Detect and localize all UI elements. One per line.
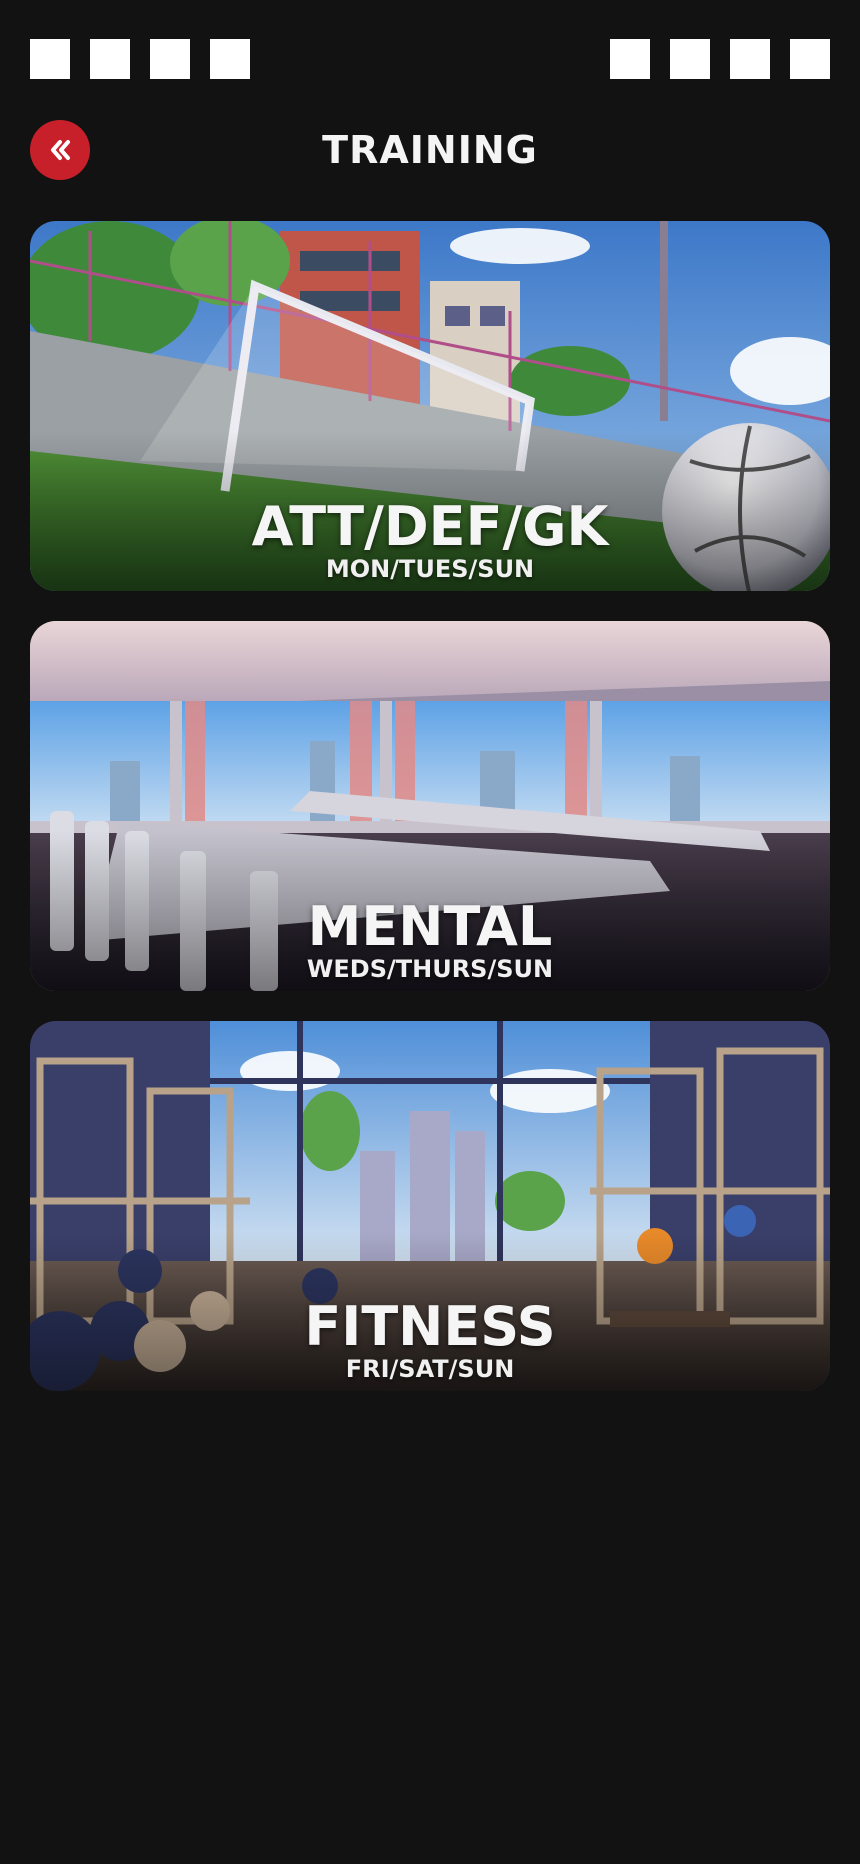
status-icons-left	[30, 39, 250, 79]
status-icon	[610, 39, 650, 79]
card-schedule: WEDS/THURS/SUN	[306, 955, 554, 983]
card-text: FITNESS FRI/SAT/SUN	[30, 1295, 830, 1384]
status-icons-right	[610, 39, 830, 79]
card-title: ATT/DEF/GK	[251, 495, 609, 558]
training-card-fitness[interactable]: FITNESS FRI/SAT/SUN	[30, 1021, 830, 1391]
card-schedule: MON/TUES/SUN	[325, 555, 535, 583]
page-title: TRAINING	[322, 128, 538, 172]
training-card-mental[interactable]: MENTAL WEDS/THURS/SUN	[30, 621, 830, 991]
card-text: ATT/DEF/GK MON/TUES/SUN	[30, 495, 830, 584]
status-icon	[790, 39, 830, 79]
status-icon	[150, 39, 190, 79]
status-icon	[210, 39, 250, 79]
status-icon	[670, 39, 710, 79]
card-text: MENTAL WEDS/THURS/SUN	[30, 895, 830, 984]
card-schedule: FRI/SAT/SUN	[345, 1355, 515, 1383]
card-title: MENTAL	[307, 895, 553, 958]
card-title: FITNESS	[304, 1295, 556, 1358]
status-icon	[90, 39, 130, 79]
status-icon	[730, 39, 770, 79]
training-card-att-def-gk[interactable]: ATT/DEF/GK MON/TUES/SUN	[30, 221, 830, 591]
status-icon	[30, 39, 70, 79]
status-bar	[30, 39, 830, 79]
training-card-list: ATT/DEF/GK MON/TUES/SUN MENTAL WEDS/THUR…	[30, 221, 830, 1421]
header: TRAINING	[0, 120, 860, 180]
